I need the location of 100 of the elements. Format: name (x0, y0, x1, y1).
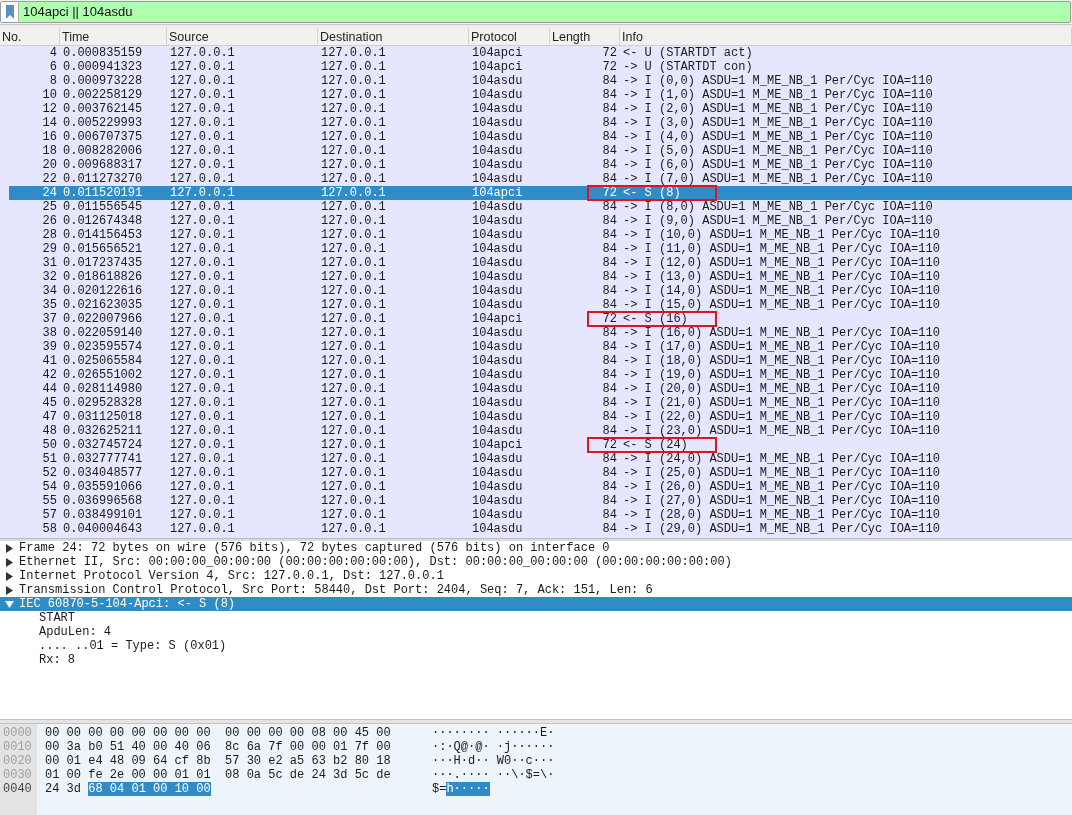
length-cell-text: 84 (601, 116, 618, 130)
info-cell-text: -> I (23,0) ASDU=1 M_ME_NB_1 Per/Cyc IOA=110 (622, 424, 941, 438)
column-header[interactable]: Protocol (469, 28, 550, 45)
protocol-cell-text: 104asdu (471, 494, 524, 508)
protocol-cell-text: 104asdu (471, 214, 524, 228)
collapse-arrow-icon[interactable] (5, 599, 14, 609)
source-cell-text: 127.0.0.1 (169, 186, 236, 200)
column-header[interactable]: Destination (318, 28, 469, 45)
number-cell-text: 8 (48, 74, 58, 88)
detail-field[interactable]: ApduLen: 4 (0, 625, 1072, 639)
info-cell-text: -> I (15,0) ASDU=1 M_ME_NB_1 Per/Cyc IOA=110 (622, 298, 941, 312)
time-cell-text: 0.011273270 (62, 172, 144, 186)
column-header[interactable]: Source (167, 28, 318, 45)
detail-field[interactable]: .... ..01 = Type: S (0x01) (0, 639, 1072, 653)
column-header[interactable]: No. (0, 28, 60, 45)
destination-cell-text: 127.0.0.1 (320, 480, 387, 494)
source-cell-text: 127.0.0.1 (169, 368, 236, 382)
number-cell-text: 18 (41, 144, 58, 158)
info-cell-text: <- U (STARTDT act) (622, 46, 754, 60)
length-cell-text: 84 (601, 424, 618, 438)
destination-cell-text: 127.0.0.1 (320, 46, 387, 60)
source-cell-text: 127.0.0.1 (169, 228, 236, 242)
number-cell-text: 44 (41, 382, 58, 396)
ascii-bytes[interactable]: ···H·d·· W0··c··· (432, 754, 555, 768)
length-cell-text: 84 (601, 102, 618, 116)
destination-cell-text: 127.0.0.1 (320, 494, 387, 508)
protocol-cell-text: 104asdu (471, 270, 524, 284)
length-cell-text: 84 (601, 340, 618, 354)
time-cell-text: 0.018618826 (62, 270, 144, 284)
hex-bytes[interactable]: 00 00 00 00 00 00 00 00 00 00 00 00 08 00 45 00 (45, 726, 391, 740)
detail-field[interactable]: START (0, 611, 1072, 625)
destination-cell-text: 127.0.0.1 (320, 284, 387, 298)
protocol-cell-text: 104asdu (471, 74, 524, 88)
hex-bytes[interactable]: 00 01 e4 48 09 64 cf 8b 57 30 e2 a5 63 b2 80 18 (45, 754, 391, 768)
protocol-cell-text: 104asdu (471, 466, 524, 480)
length-cell-text: 72 (601, 60, 618, 74)
info-cell-text: -> I (12,0) ASDU=1 M_ME_NB_1 Per/Cyc IOA=110 (622, 256, 941, 270)
ascii-bytes[interactable]: $= (432, 782, 447, 796)
protocol-cell-text: 104asdu (471, 284, 524, 298)
source-cell-text: 127.0.0.1 (169, 284, 236, 298)
detail-row[interactable]: Frame 24: 72 bytes on wire (576 bits), 72 bytes captured (576 bits) on interface 0 (0, 541, 1072, 555)
destination-cell-text: 127.0.0.1 (320, 228, 387, 242)
info-cell-text: -> I (9,0) ASDU=1 M_ME_NB_1 Per/Cyc IOA=110 (622, 214, 934, 228)
time-cell-text: 0.011520191 (62, 186, 144, 200)
destination-cell-text: 127.0.0.1 (320, 424, 387, 438)
time-cell-text: 0.036996568 (62, 494, 144, 508)
length-cell-text: 84 (601, 270, 618, 284)
ascii-bytes[interactable]: ···.···· ··\·$=\· (432, 768, 555, 782)
length-cell-text: 84 (601, 410, 618, 424)
protocol-cell-text: 104apci (471, 186, 524, 200)
length-cell-text: 84 (601, 284, 618, 298)
protocol-cell-text: 104asdu (471, 88, 524, 102)
time-cell-text: 0.014156453 (62, 228, 144, 242)
number-cell-text: 48 (41, 424, 58, 438)
source-cell-text: 127.0.0.1 (169, 130, 236, 144)
detail-row[interactable]: Internet Protocol Version 4, Src: 127.0.0.1, Dst: 127.0.0.1 (0, 569, 1072, 583)
time-cell-text: 0.025065584 (62, 354, 144, 368)
detail-row[interactable]: Transmission Control Protocol, Src Port: 58440, Dst Port: 2404, Seq: 7, Ack: 151, Len: 6 (0, 583, 1072, 597)
protocol-cell-text: 104apci (471, 438, 524, 452)
protocol-cell-text: 104apci (471, 312, 524, 326)
source-cell-text: 127.0.0.1 (169, 270, 236, 284)
packet-row[interactable]: 24 0.011520191 127.0.0.1 127.0.0.1 104apci 72 <- S (8) (9, 186, 1072, 200)
detail-row[interactable]: IEC 60870-5-104-Apci: <- S (8) (0, 597, 1072, 611)
source-cell-text: 127.0.0.1 (169, 60, 236, 74)
source-cell-text: 127.0.0.1 (169, 158, 236, 172)
number-cell-text: 24 (41, 186, 58, 200)
ascii-bytes[interactable]: h····· (446, 782, 490, 796)
hex-bytes[interactable]: 68 04 01 00 10 00 (88, 782, 211, 796)
hex-bytes[interactable]: 01 00 fe 2e 00 00 01 01 08 0a 5c de 24 3d 5c de (45, 768, 391, 782)
number-cell-text: 51 (41, 452, 58, 466)
bookmark-icon[interactable] (5, 5, 14, 19)
ascii-bytes[interactable]: ·:·Q@·@· ·j······ (432, 740, 555, 754)
column-header[interactable]: Length (550, 28, 620, 45)
hex-bytes[interactable]: 00 3a b0 51 40 00 40 06 8c 6a 7f 00 00 01 7f 00 (45, 740, 391, 754)
number-cell-text: 52 (41, 466, 58, 480)
detail-field[interactable]: Rx: 8 (0, 653, 1072, 667)
destination-cell-text: 127.0.0.1 (320, 326, 387, 340)
hex-bytes[interactable]: 24 3d (45, 782, 89, 796)
length-cell-text: 84 (601, 228, 618, 242)
ascii-bytes[interactable]: ········ ······E· (432, 726, 555, 740)
column-header[interactable]: Time (60, 28, 167, 45)
time-cell-text: 0.000941323 (62, 60, 144, 74)
info-cell-text: -> I (6,0) ASDU=1 M_ME_NB_1 Per/Cyc IOA=110 (622, 158, 934, 172)
destination-cell-text: 127.0.0.1 (320, 438, 387, 452)
info-cell-text: -> I (21,0) ASDU=1 M_ME_NB_1 Per/Cyc IOA=110 (622, 396, 941, 410)
length-cell-text: 72 (601, 312, 618, 326)
source-cell-text: 127.0.0.1 (169, 46, 236, 60)
length-cell-text: 84 (601, 396, 618, 410)
destination-cell-text: 127.0.0.1 (320, 340, 387, 354)
column-header[interactable]: Info (620, 28, 1072, 45)
info-cell-text: -> I (29,0) ASDU=1 M_ME_NB_1 Per/Cyc IOA=110 (622, 522, 941, 536)
protocol-cell-text: 104apci (471, 46, 524, 60)
length-cell-text: 84 (601, 382, 618, 396)
detail-row[interactable]: Ethernet II, Src: 00:00:00_00:00:00 (00:00:00:00:00:00), Dst: 00:00:00_00:00:00 (00:00:00:00:00:00) (0, 555, 1072, 569)
number-cell-text: 42 (41, 368, 58, 382)
protocol-cell-text: 104asdu (471, 452, 524, 466)
number-cell-text: 28 (41, 228, 58, 242)
length-cell-text: 84 (601, 242, 618, 256)
destination-cell-text: 127.0.0.1 (320, 242, 387, 256)
length-cell-text: 84 (601, 522, 618, 536)
